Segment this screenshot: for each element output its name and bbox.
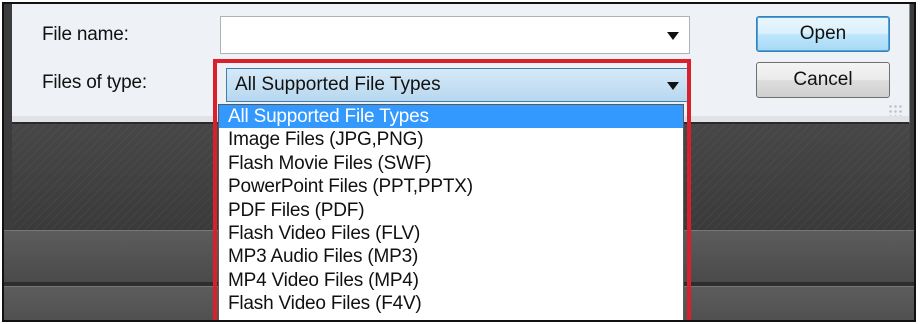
files-of-type-selected-value: All Supported File Types [235, 74, 441, 95]
dropdown-option-powerpoint[interactable]: PowerPoint Files (PPT,PPTX) [219, 175, 683, 198]
dropdown-option-mp4-video[interactable]: MP4 Video Files (MP4) [219, 269, 683, 292]
screenshot-frame: File name: Files of type: All Supported … [2, 2, 916, 322]
chevron-down-icon[interactable] [667, 32, 679, 40]
file-type-dropdown-list[interactable]: All Supported File Types Image Files (JP… [218, 104, 684, 320]
dropdown-option-mp3-audio[interactable]: MP3 Audio Files (MP3) [219, 245, 683, 268]
file-name-input[interactable] [220, 16, 690, 54]
dropdown-option-flash-video-f4v[interactable]: Flash Video Files (F4V) [219, 292, 683, 315]
dropdown-option-image-files[interactable]: Image Files (JPG,PNG) [219, 128, 683, 151]
cancel-button[interactable]: Cancel [756, 62, 890, 98]
chevron-down-icon[interactable] [667, 82, 679, 90]
file-name-label: File name: [42, 24, 129, 45]
dropdown-option-pdf[interactable]: PDF Files (PDF) [219, 199, 683, 222]
open-button[interactable]: Open [756, 16, 890, 52]
dropdown-option-all-supported[interactable]: All Supported File Types [219, 105, 683, 129]
dropdown-option-flash-video-flv[interactable]: Flash Video Files (FLV) [219, 222, 683, 245]
files-of-type-select[interactable]: All Supported File Types [226, 68, 690, 102]
files-of-type-label: Files of type: [42, 72, 147, 93]
dropdown-option-flash-movie[interactable]: Flash Movie Files (SWF) [219, 152, 683, 175]
resize-grip-icon[interactable] [888, 104, 902, 118]
